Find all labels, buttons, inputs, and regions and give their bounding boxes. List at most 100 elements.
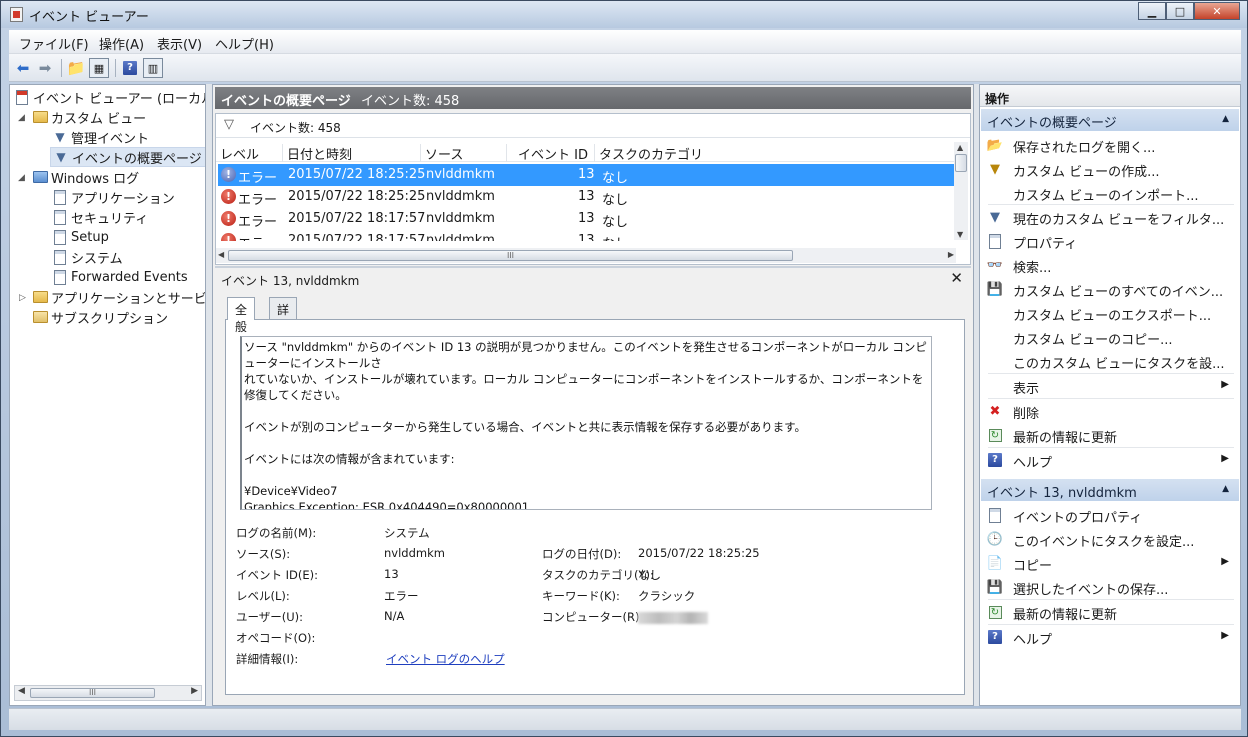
folder-icon: [32, 289, 48, 305]
tree-item-overview[interactable]: ▼ イベントの概要ページ: [50, 147, 205, 167]
label-opcode: オペコード(O):: [236, 631, 316, 645]
scroll-thumb[interactable]: III: [228, 250, 793, 261]
collapse-chevron-icon[interactable]: ▲: [1222, 114, 1229, 124]
tree-item-setup[interactable]: Setup: [52, 227, 109, 247]
action-help-event[interactable]: ? ヘルプ ▶: [981, 625, 1239, 649]
action-attach-task[interactable]: このカスタム ビューにタスクを設...: [981, 349, 1239, 373]
tree-item-security[interactable]: セキュリティ: [52, 207, 148, 227]
action-find[interactable]: 👓 検索...: [981, 253, 1239, 277]
close-window-button[interactable]: ✕: [1194, 2, 1240, 20]
table-row[interactable]: ! エラー 2015/07/22 18:17:57 nvlddmkm 13 なし: [218, 230, 956, 241]
actions-pane: 操作 イベントの概要ページ ▲ 📂 保存されたログを開く... ▼ カスタム ビ…: [979, 84, 1241, 706]
actions-section-event[interactable]: イベント 13, nvlddmkm ▲: [981, 479, 1239, 501]
help-icon: ?: [987, 452, 1003, 468]
action-event-properties[interactable]: イベントのプロパティ: [981, 503, 1239, 527]
action-save-selected-events[interactable]: 💾 選択したイベントの保存...: [981, 575, 1239, 599]
collapse-arrow-icon[interactable]: ◢: [18, 113, 25, 123]
general-tab-content: ソース "nvlddmkm" からのイベント ID 13 の説明が見つかりません…: [225, 319, 965, 695]
action-view[interactable]: 表示 ▶: [981, 374, 1239, 398]
tree-item-windows-logs[interactable]: Windows ログ: [32, 167, 139, 187]
maximize-button[interactable]: □: [1166, 2, 1194, 20]
value-level: エラー: [384, 589, 419, 603]
action-refresh[interactable]: ↻ 最新の情報に更新: [981, 423, 1239, 447]
action-import-custom-view[interactable]: カスタム ビューのインポート...: [981, 181, 1239, 205]
action-create-custom-view[interactable]: ▼ カスタム ビューの作成...: [981, 157, 1239, 181]
label-computer: コンピューター(R):: [542, 610, 644, 624]
menu-file[interactable]: ファイル(F): [19, 34, 89, 53]
minimize-button[interactable]: ▁: [1138, 2, 1166, 20]
help-toolbar-icon[interactable]: ?: [120, 58, 140, 78]
event-detail-title: イベント 13, nvlddmkm: [221, 274, 360, 288]
error-icon: !: [221, 189, 236, 204]
tree-item-apps-services[interactable]: アプリケーションとサービス: [32, 287, 205, 307]
pane-splitter[interactable]: [215, 266, 971, 268]
action-attach-task-event[interactable]: 🕒 このイベントにタスクを設定...: [981, 527, 1239, 551]
tree-item-custom-views[interactable]: カスタム ビュー: [32, 107, 146, 127]
log-icon: [52, 209, 68, 225]
tab-general[interactable]: 全般: [227, 297, 256, 334]
action-export-custom-view[interactable]: カスタム ビューのエクスポート...: [981, 301, 1239, 325]
menu-view[interactable]: 表示(V): [157, 34, 202, 53]
table-row[interactable]: ! エラー 2015/07/22 18:25:25 nvlddmkm 13 なし: [218, 186, 956, 208]
tree-item-root[interactable]: イベント ビューアー (ローカル: [14, 87, 205, 107]
value-user: N/A: [384, 609, 405, 623]
center-header: イベントの概要ページ イベント数: 458: [215, 87, 971, 109]
scroll-up-icon[interactable]: ▲: [957, 143, 963, 152]
scroll-thumb[interactable]: III: [30, 688, 155, 698]
show-hide-action-pane-icon[interactable]: ▥: [143, 58, 163, 78]
tree-item-admin-events[interactable]: ▼ 管理イベント: [52, 127, 149, 147]
column-task-category[interactable]: タスクのカテゴリ: [594, 144, 954, 163]
tab-details[interactable]: 詳細: [269, 297, 298, 334]
column-level[interactable]: レベル: [216, 144, 282, 163]
label-keywords: キーワード(K):: [542, 589, 620, 603]
event-list-vertical-scrollbar[interactable]: ▲ ▼: [954, 142, 968, 240]
event-description[interactable]: ソース "nvlddmkm" からのイベント ID 13 の説明が見つかりません…: [240, 336, 932, 510]
table-row[interactable]: ! エラー 2015/07/22 18:25:25 nvlddmkm 13 なし: [218, 164, 956, 186]
collapse-chevron-icon[interactable]: ▲: [1222, 484, 1229, 494]
expand-arrow-icon[interactable]: ▷: [19, 293, 26, 303]
column-source[interactable]: ソース: [420, 144, 506, 163]
value-task-category: なし: [638, 568, 661, 582]
menu-help[interactable]: ヘルプ(H): [215, 34, 274, 53]
forward-arrow-icon[interactable]: ➡: [35, 58, 55, 78]
column-event-id[interactable]: イベント ID: [506, 144, 594, 163]
tree-horizontal-scrollbar[interactable]: ◀ III ▶: [14, 685, 202, 701]
action-copy-custom-view[interactable]: カスタム ビューのコピー...: [981, 325, 1239, 349]
action-open-saved-log[interactable]: 📂 保存されたログを開く...: [981, 133, 1239, 157]
action-properties[interactable]: プロパティ: [981, 229, 1239, 253]
collapse-arrow-icon[interactable]: ◢: [18, 173, 25, 183]
scroll-left-icon[interactable]: ◀: [218, 250, 224, 259]
scroll-right-icon[interactable]: ▶: [948, 250, 954, 259]
action-help[interactable]: ? ヘルプ ▶: [981, 448, 1239, 472]
action-refresh-event[interactable]: ↻ 最新の情報に更新: [981, 600, 1239, 624]
event-list-horizontal-scrollbar[interactable]: ◀ III ▶: [216, 248, 956, 263]
event-detail-pane: イベント 13, nvlddmkm ✕ 全般 詳細 ソース "nvlddmkm"…: [215, 269, 971, 703]
tree-item-system[interactable]: システム: [52, 247, 123, 267]
menu-action[interactable]: 操作(A): [99, 34, 144, 53]
tree-item-subscriptions[interactable]: サブスクリプション: [32, 307, 168, 327]
action-filter-custom-view[interactable]: ▼ 現在のカスタム ビューをフィルタ...: [981, 205, 1239, 229]
action-delete[interactable]: ✖ 削除: [981, 399, 1239, 423]
tree-item-forwarded-events[interactable]: Forwarded Events: [52, 267, 188, 287]
up-folder-icon[interactable]: 📁: [66, 58, 86, 78]
value-source: nvlddmkm: [384, 546, 445, 560]
filter-count: イベント数: 458: [250, 121, 341, 135]
scroll-right-icon[interactable]: ▶: [191, 686, 198, 696]
event-viewer-icon: [14, 89, 30, 105]
table-row[interactable]: ! エラー 2015/07/22 18:17:57 nvlddmkm 13 なし: [218, 208, 956, 230]
column-datetime[interactable]: 日付と時刻: [282, 144, 420, 163]
log-icon: [52, 229, 68, 245]
action-copy[interactable]: 📄 コピー ▶: [981, 551, 1239, 575]
scroll-left-icon[interactable]: ◀: [18, 686, 25, 696]
scroll-down-icon[interactable]: ▼: [957, 230, 963, 239]
actions-section-overview[interactable]: イベントの概要ページ ▲: [981, 109, 1239, 131]
scroll-thumb[interactable]: [955, 154, 967, 172]
refresh-icon: ↻: [987, 604, 1003, 620]
action-save-all-events[interactable]: 💾 カスタム ビューのすべてのイベン...: [981, 277, 1239, 301]
tree-item-application[interactable]: アプリケーション: [52, 187, 175, 207]
back-arrow-icon[interactable]: ⬅: [13, 58, 33, 78]
show-hide-tree-icon[interactable]: ▦: [89, 58, 109, 78]
close-icon[interactable]: ✕: [950, 269, 963, 287]
event-log-help-link[interactable]: イベント ログのヘルプ: [386, 651, 505, 667]
event-list: ▽ イベント数: 458 レベル 日付と時刻 ソース イベント ID タスクのカ…: [215, 113, 971, 265]
